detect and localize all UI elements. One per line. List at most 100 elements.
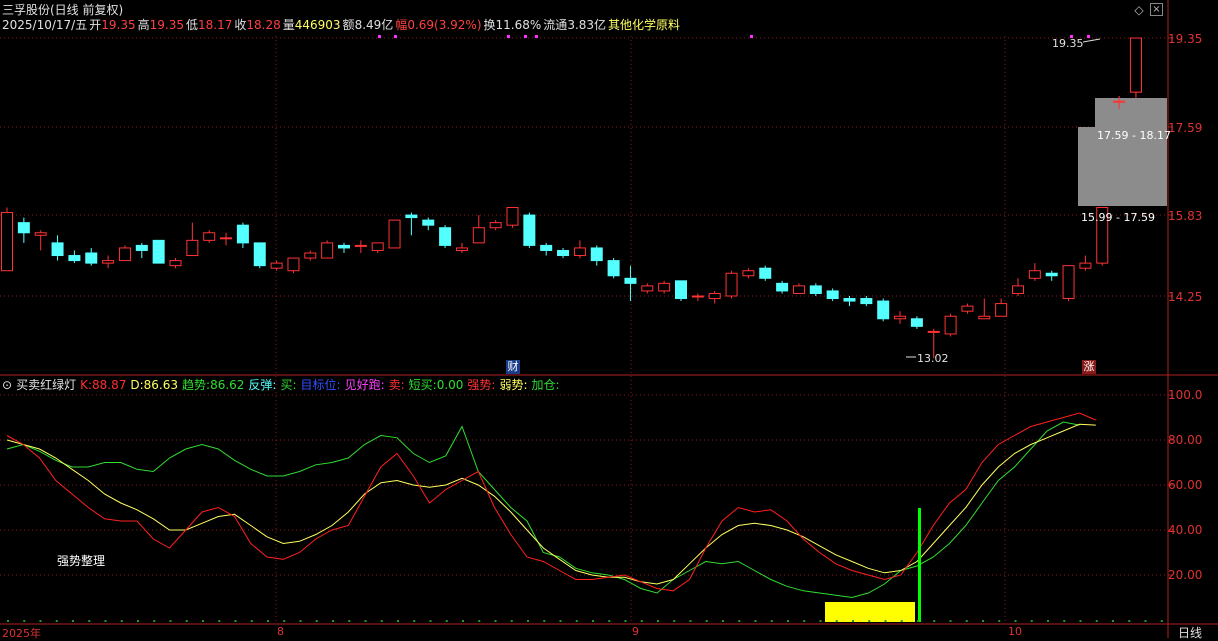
baseline-dot — [1030, 620, 1033, 622]
candle-body — [894, 315, 907, 320]
baseline-dot — [543, 620, 546, 622]
baseline-dot — [575, 620, 578, 622]
k-value: 88.87 — [92, 378, 127, 392]
candle-body — [1079, 262, 1092, 269]
candle-body — [1, 212, 13, 272]
baseline-dot — [754, 620, 757, 622]
resistance-zone-upper — [1095, 98, 1167, 127]
sell-label: 卖: — [388, 378, 405, 392]
baseline-dot — [218, 620, 221, 622]
high-price-marker: 19.35 — [1052, 37, 1084, 50]
candle-body — [203, 232, 216, 241]
diamond-icon[interactable]: ◇ — [1132, 3, 1146, 17]
zone-lower-label: 15.99 - 17.59 — [1081, 211, 1155, 224]
candle-body — [927, 330, 940, 333]
baseline-dot — [624, 620, 627, 622]
baseline-dot — [445, 620, 448, 622]
baseline-dot — [835, 620, 838, 622]
candle-body — [809, 285, 822, 294]
candle-body — [826, 290, 839, 300]
indicator-name[interactable]: 买卖红绿灯 — [16, 378, 76, 392]
baseline-dot — [1014, 620, 1017, 622]
candle-body — [186, 239, 199, 257]
baseline-dot — [104, 620, 107, 622]
baseline-dot — [852, 620, 854, 622]
candle-body — [708, 292, 721, 300]
baseline-dot — [705, 620, 708, 622]
indicator-axis-tick: 80.00 — [1168, 433, 1203, 447]
baseline-dot — [933, 620, 936, 622]
time-axis-label: 8 — [277, 625, 284, 638]
signal-dot — [750, 35, 753, 38]
baseline-dot — [7, 620, 9, 622]
candle-body — [85, 252, 98, 264]
limit-up-badge[interactable]: 涨 — [1082, 360, 1096, 374]
candle-body — [523, 214, 536, 246]
amount-label: 额 — [342, 18, 355, 32]
indicator-axis-tick: 20.00 — [1168, 568, 1203, 582]
baseline-dot — [787, 620, 789, 622]
baseline-dot — [998, 620, 1001, 622]
settings-icon[interactable]: ⊙ — [2, 378, 12, 392]
baseline-dot — [413, 620, 416, 622]
finance-badge[interactable]: 财 — [506, 360, 520, 374]
baseline-dot — [1144, 620, 1147, 622]
candle-body — [944, 315, 957, 335]
baseline-dot — [640, 620, 643, 622]
baseline-dot — [559, 620, 562, 622]
baseline-dot — [72, 620, 74, 622]
quote-bar: 2025/10/17/五 开19.35 高19.35 低18.17 收18.28 量446… — [2, 16, 682, 33]
baseline-dot — [39, 620, 42, 622]
candle-body — [253, 242, 266, 267]
candle-body — [321, 242, 334, 259]
candle-body — [590, 247, 603, 262]
candle-body — [270, 262, 283, 269]
baseline-dot — [592, 620, 594, 622]
baseline-dot — [494, 620, 497, 622]
candle-body — [540, 244, 553, 251]
time-axis-label: 2025年 — [2, 627, 41, 640]
candle-body — [1028, 270, 1041, 279]
short-buy-value: 0.00 — [436, 378, 464, 392]
open-value: 19.35 — [101, 18, 136, 32]
period-label[interactable]: 日线 — [1178, 624, 1202, 641]
baseline-dot — [397, 620, 399, 622]
add-position-label: 加仓: — [531, 378, 560, 392]
close-value: 18.28 — [246, 18, 281, 32]
candle-body — [169, 260, 182, 267]
candle-body — [1012, 285, 1024, 294]
candle-body — [843, 298, 856, 302]
buy-signal-bar — [918, 508, 921, 622]
candle-body — [641, 285, 654, 292]
volume-label: 量 — [282, 18, 295, 32]
candle-body — [557, 249, 570, 257]
candle-body — [439, 227, 452, 246]
baseline-dot — [1079, 620, 1082, 622]
baseline-dot — [770, 620, 773, 622]
candle-body — [877, 300, 890, 320]
candle-body — [68, 255, 81, 262]
trend-label: 趋势: — [182, 378, 211, 392]
chart-canvas[interactable] — [0, 0, 1218, 638]
close-box-icon[interactable]: × — [1150, 3, 1163, 16]
baseline-dot — [332, 620, 334, 622]
high-label: 高 — [137, 18, 150, 32]
low-value: 18.17 — [197, 18, 233, 32]
candle-body — [220, 237, 233, 240]
baseline-dot — [722, 620, 724, 622]
amount-value: 8.49亿 — [354, 18, 394, 32]
candle-body — [742, 270, 755, 277]
candle-body — [776, 282, 789, 292]
baseline-dot — [267, 620, 269, 622]
buy-label: 买: — [280, 378, 297, 392]
candle-body — [287, 257, 300, 272]
high-value: 19.35 — [149, 18, 184, 32]
candle-body — [607, 260, 620, 277]
short-buy-label: 短买: — [408, 378, 437, 392]
candle-body — [236, 224, 249, 244]
rebound-label: 反弹: — [248, 378, 277, 392]
candle-body — [17, 222, 30, 234]
baseline-dot — [250, 620, 253, 622]
close-label: 收 — [234, 18, 247, 32]
high-arrow — [1082, 38, 1101, 43]
